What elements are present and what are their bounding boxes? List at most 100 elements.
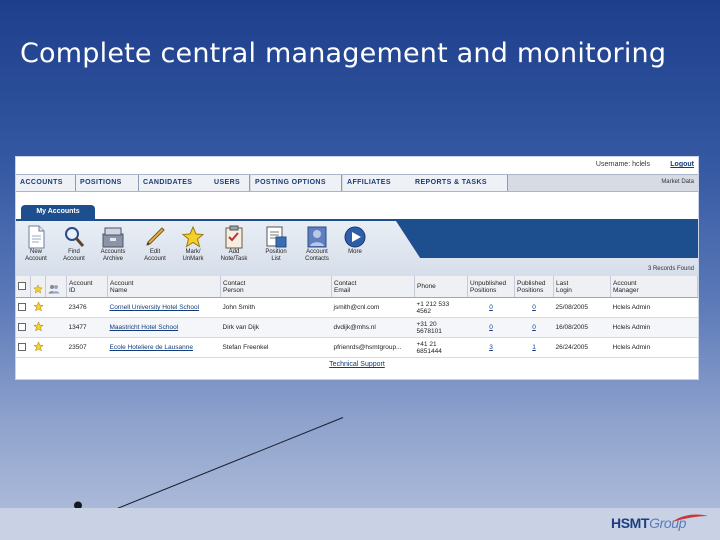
table-row[interactable]: 23507 Ecole Hoteliere de Lausanne Stefan… (16, 337, 698, 358)
col-account-name[interactable]: Account Name (107, 276, 221, 298)
mark-unmark-button[interactable]: Mark/ UnMark (173, 225, 213, 263)
market-data-link[interactable]: Market Data (661, 179, 694, 185)
row-empty-cell (45, 317, 67, 338)
select-all-checkbox[interactable] (18, 281, 26, 290)
position-list-label: Position List (265, 249, 287, 262)
star-icon[interactable] (32, 341, 44, 352)
mark-unmark-label: Mark/ UnMark (182, 249, 204, 262)
add-note-task-label: Add Note/Task (220, 249, 248, 262)
edit-account-label: Edit Account (144, 249, 166, 262)
account-name-cell: Cornell University Hotel School (107, 297, 221, 318)
unpublished-count-link[interactable]: 0 (489, 304, 493, 311)
account-name-link[interactable]: Ecole Hoteliere de Lausanne (110, 344, 193, 351)
col-unpublished[interactable]: Unpublished Positions (467, 276, 515, 298)
edit-account-button[interactable]: Edit Account (135, 225, 175, 263)
col-contact-person[interactable]: Contact Person (220, 276, 332, 298)
find-account-button[interactable]: Find Account (54, 225, 94, 263)
logout-link[interactable]: Logout (670, 161, 694, 168)
add-note-task-button[interactable]: Add Note/Task (214, 225, 254, 263)
row-empty-cell (45, 337, 67, 358)
tab-users[interactable]: USERS (210, 175, 250, 191)
row-star-cell[interactable] (30, 317, 46, 338)
new-account-label: New Account (25, 249, 47, 262)
contact-person: Stefan Freenkel (220, 337, 332, 358)
archive-icon (102, 227, 124, 248)
row-select-cell[interactable] (16, 317, 31, 338)
phone: +1 212 533 4562 (414, 297, 468, 318)
contact-person: John Smith (220, 297, 332, 318)
unpublished-count-link[interactable]: 0 (489, 324, 493, 331)
new-account-button[interactable]: New Account (16, 225, 56, 263)
account-name-link[interactable]: Maastricht Hotel School (110, 324, 179, 331)
document-icon (28, 225, 45, 249)
username-label: Username: (595, 161, 631, 168)
contact-person: Dirk van Dijk (220, 317, 332, 338)
tab-my-accounts[interactable]: My Accounts (21, 205, 95, 219)
people-icon (48, 285, 60, 294)
published-count-link[interactable]: 1 (532, 344, 536, 351)
row-checkbox[interactable] (18, 322, 26, 331)
tab-candidates[interactable]: CANDIDATES (139, 175, 211, 191)
position-list-icon (266, 226, 287, 248)
top-bar: Username: hclels Logout (16, 157, 698, 173)
app-screenshot: Username: hclels Logout ACCOUNTS POSITIO… (16, 157, 698, 379)
pencil-icon (146, 227, 165, 246)
unpublished-cell: 0 (467, 297, 515, 318)
published-count-link[interactable]: 0 (532, 324, 536, 331)
account-contacts-button[interactable]: Account Contacts (297, 225, 337, 263)
row-star-cell[interactable] (30, 297, 46, 318)
col-last-login[interactable]: Last Login (553, 276, 611, 298)
row-select-cell[interactable] (16, 337, 31, 358)
more-button[interactable]: More (335, 225, 375, 256)
table-row[interactable]: 13477 Maastricht Hotel School Dirk van D… (16, 317, 698, 338)
tab-reports-tasks[interactable]: REPORTS & TASKS (411, 175, 508, 191)
unpublished-count-link[interactable]: 3 (489, 344, 493, 351)
username-display: Username: hclels (596, 161, 650, 168)
star-icon[interactable] (32, 301, 44, 312)
phone: +31 20 5678101 (414, 317, 468, 338)
star-header (30, 276, 46, 298)
more-label: More (348, 249, 362, 255)
col-account-id[interactable]: Account ID (66, 276, 108, 298)
account-name-link[interactable]: Cornell University Hotel School (110, 304, 200, 311)
select-all-header[interactable] (16, 276, 31, 298)
col-account-manager[interactable]: Account Manager (610, 276, 698, 298)
logo-text-hsmt: HSMT (611, 515, 650, 531)
footer-band: HSMTGroup (0, 508, 720, 540)
published-count-link[interactable]: 0 (532, 304, 536, 311)
accounts-archive-button[interactable]: Accounts Archive (93, 225, 133, 263)
magnifier-icon (65, 227, 85, 247)
position-list-button[interactable]: Position List (256, 225, 296, 263)
records-found: 3 Records Found (647, 266, 694, 272)
tab-affiliates[interactable]: AFFILIATES (343, 175, 412, 191)
row-select-cell[interactable] (16, 297, 31, 318)
accounts-table: Account ID Account Name Contact Person C… (16, 276, 698, 358)
row-checkbox[interactable] (18, 342, 26, 351)
username-value: hclels (632, 161, 650, 168)
row-checkbox[interactable] (18, 302, 26, 311)
published-cell: 0 (514, 297, 554, 318)
account-manager: Hclels Admin (610, 317, 698, 338)
toolbar-accent-band (396, 221, 698, 258)
tab-positions[interactable]: POSITIONS (76, 175, 139, 191)
published-cell: 1 (514, 337, 554, 358)
account-manager: Hclels Admin (610, 337, 698, 358)
find-account-label: Find Account (63, 249, 85, 262)
col-contact-email[interactable]: Contact Email (331, 276, 415, 298)
account-name-cell: Maastricht Hotel School (107, 317, 221, 338)
col-published[interactable]: Published Positions (514, 276, 554, 298)
table-row[interactable]: 23476 Cornell University Hotel School Jo… (16, 297, 698, 318)
star-icon (33, 284, 43, 294)
col-phone[interactable]: Phone (414, 276, 468, 298)
phone: +41 21 6851444 (414, 337, 468, 358)
star-icon[interactable] (32, 321, 44, 332)
row-star-cell[interactable] (30, 337, 46, 358)
last-login: 26/24/2005 (553, 337, 611, 358)
tab-accounts[interactable]: ACCOUNTS (16, 175, 76, 191)
tab-posting-options[interactable]: POSTING OPTIONS (251, 175, 342, 191)
play-icon (344, 226, 366, 248)
technical-support-link[interactable]: Technical Support (16, 361, 698, 368)
contact-email: jsmith@cnl.com (331, 297, 415, 318)
account-manager: Hclels Admin (610, 297, 698, 318)
toolbar: New Account Find Account Accounts Archiv… (16, 219, 698, 276)
